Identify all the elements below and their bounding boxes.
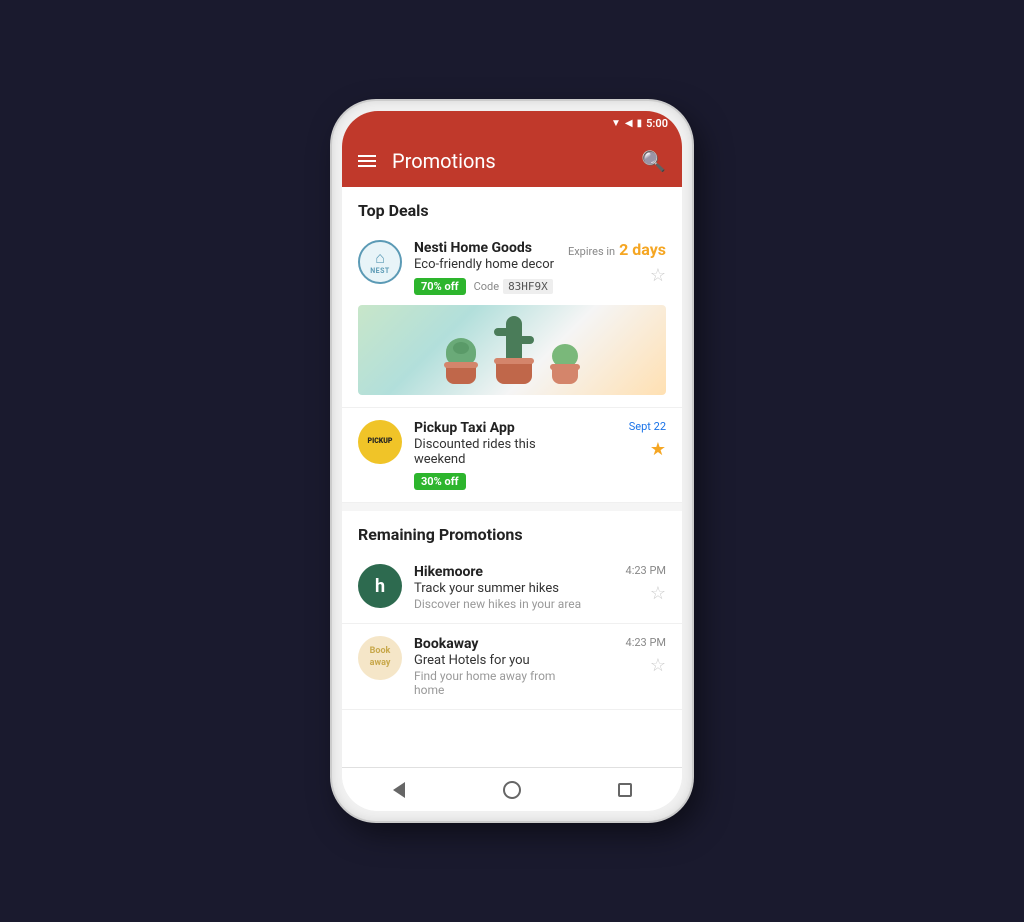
hikemoore-logo: h <box>358 564 402 608</box>
phone-frame: ▼ ◀ ▮ 5:00 Promotions 🔍 Top Deals <box>332 101 692 821</box>
nesti-expires: Expires in 2 days <box>568 240 666 259</box>
nesti-product-image <box>358 305 666 395</box>
recents-button[interactable] <box>607 772 643 808</box>
status-bar: ▼ ◀ ▮ 5:00 <box>342 111 682 135</box>
hikemoore-date: 4:23 PM <box>626 564 666 577</box>
app-bar: Promotions 🔍 <box>342 135 682 187</box>
bookaway-name: Bookaway <box>414 636 584 652</box>
promo-item-pickup[interactable]: PICKUP Pickup Taxi App Discounted rides … <box>342 408 682 503</box>
section-title-top-deals: Top Deals <box>342 187 682 228</box>
bookaway-subdesc: Find your home away from home <box>414 669 584 697</box>
signal-icon: ◀ <box>625 118 633 129</box>
pickup-logo: PICKUP <box>358 420 402 464</box>
promo-item-nesti[interactable]: ⌂ NEST Nesti Home Goods Eco-friendly hom… <box>342 228 682 408</box>
promo-item-bookaway[interactable]: Bookaway Bookaway Great Hotels for you F… <box>342 624 682 710</box>
nesti-discount-badge: 70% off <box>414 278 466 295</box>
back-icon <box>393 782 405 798</box>
pickup-date: Sept 22 <box>629 420 666 433</box>
battery-icon: ▮ <box>637 118 643 129</box>
phone-screen: ▼ ◀ ▮ 5:00 Promotions 🔍 Top Deals <box>342 111 682 811</box>
section-title-remaining: Remaining Promotions <box>342 511 682 552</box>
wifi-icon: ▼ <box>611 118 621 129</box>
bookaway-date: 4:23 PM <box>626 636 666 649</box>
hikemoore-star-icon[interactable]: ☆ <box>650 583 666 604</box>
bookaway-star-icon[interactable]: ☆ <box>650 655 666 676</box>
hikemoore-subdesc: Discover new hikes in your area <box>414 597 584 611</box>
bookaway-logo: Bookaway <box>358 636 402 680</box>
home-icon <box>503 781 521 799</box>
home-button[interactable] <box>494 772 530 808</box>
pickup-name: Pickup Taxi App <box>414 420 584 436</box>
search-icon[interactable]: 🔍 <box>641 149 666 173</box>
recents-icon <box>618 783 632 797</box>
back-button[interactable] <box>381 772 417 808</box>
pickup-discount-badge: 30% off <box>414 473 466 490</box>
code-label: Code <box>474 280 499 293</box>
nesti-desc: Eco-friendly home decor <box>414 257 556 272</box>
nesti-logo: ⌂ NEST <box>358 240 402 284</box>
status-time: 5:00 <box>646 117 668 130</box>
promo-item-hikemoore[interactable]: h Hikemoore Track your summer hikes Disc… <box>342 552 682 624</box>
menu-button[interactable] <box>358 155 376 167</box>
page-title: Promotions <box>392 149 625 173</box>
section-divider <box>342 503 682 511</box>
pickup-star-icon[interactable]: ★ <box>650 439 666 460</box>
bookaway-desc: Great Hotels for you <box>414 653 584 668</box>
pickup-desc: Discounted rides this weekend <box>414 437 584 467</box>
code-value: 83HF9X <box>503 279 553 294</box>
nesti-star-icon[interactable]: ☆ <box>650 265 666 286</box>
hikemoore-desc: Track your summer hikes <box>414 581 584 596</box>
hikemoore-name: Hikemoore <box>414 564 584 580</box>
bottom-nav <box>342 767 682 811</box>
content-area: Top Deals ⌂ NEST Nesti Home Goods Eco-fr… <box>342 187 682 767</box>
nesti-name: Nesti Home Goods <box>414 240 556 256</box>
